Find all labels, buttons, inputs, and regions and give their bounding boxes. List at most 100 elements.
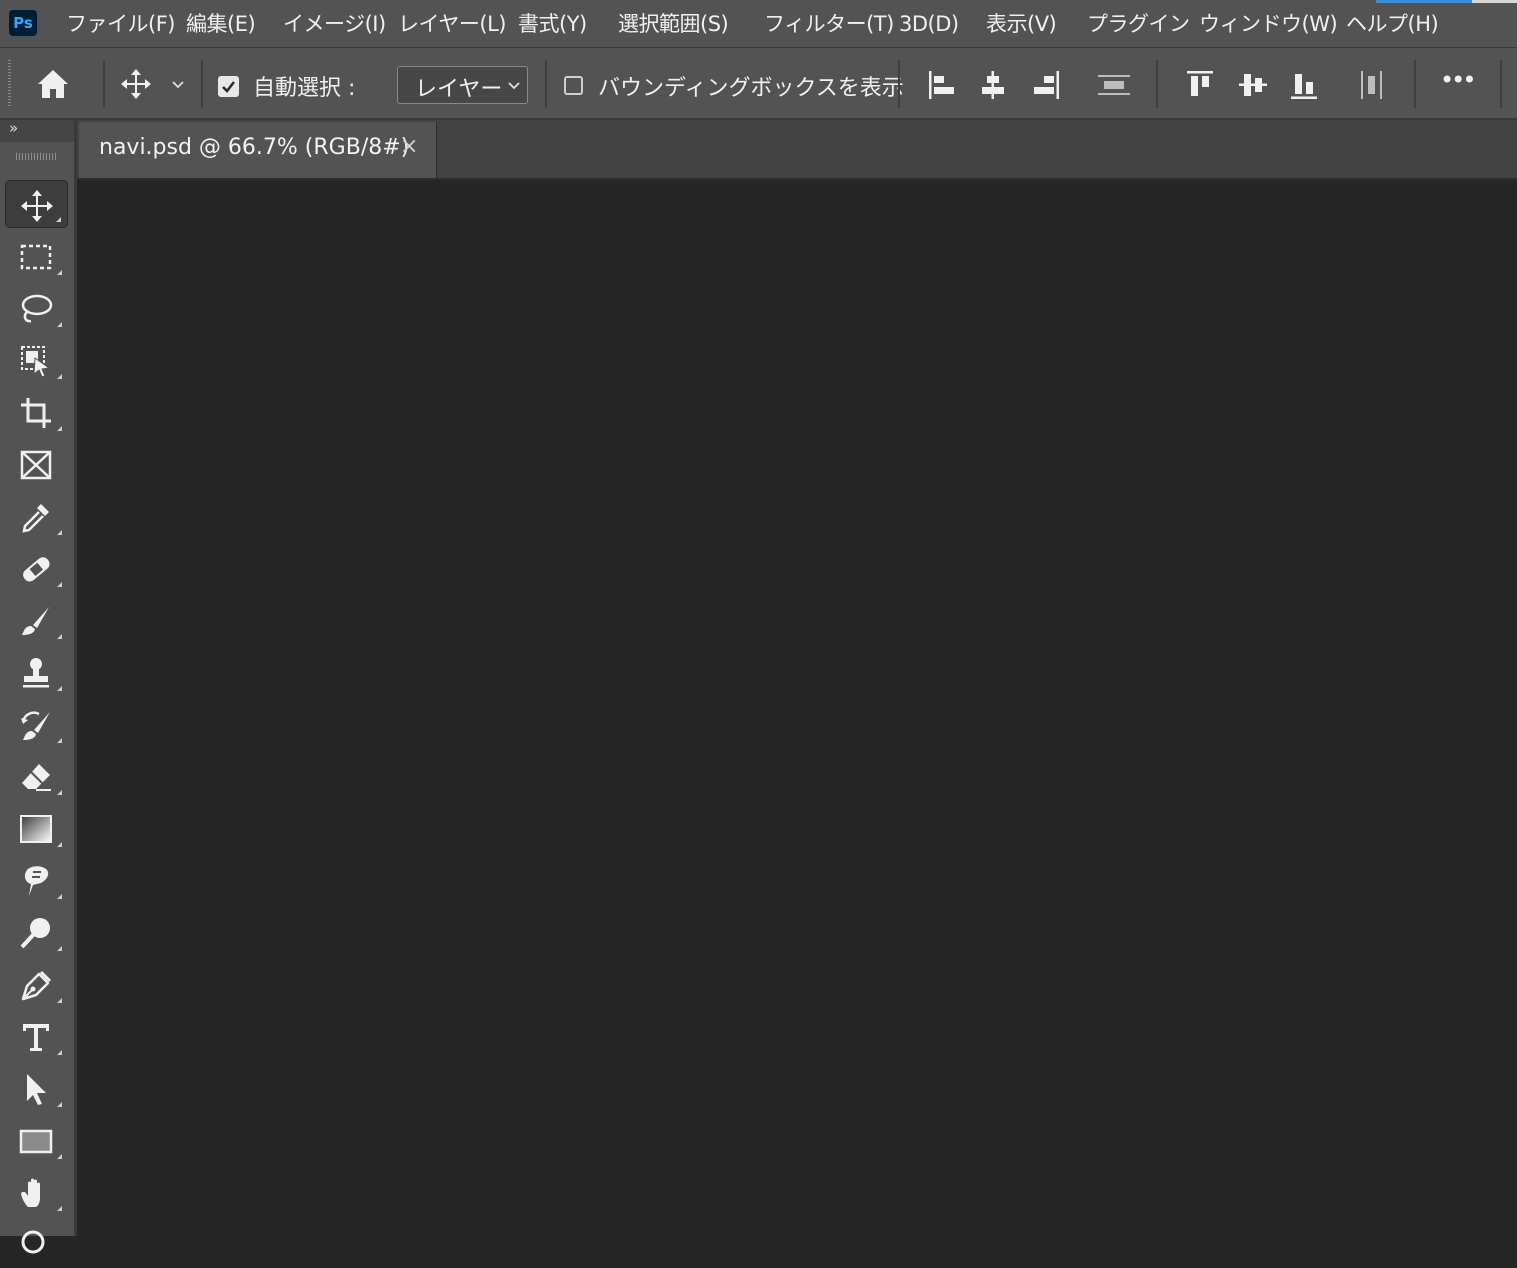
smudge-tool[interactable] [5,856,68,904]
document-tab-bar: navi.psd @ 66.7% (RGB/8#) × [77,120,1517,180]
collapse-arrows-icon[interactable]: » [9,119,18,137]
tool-flyout-indicator [56,217,61,222]
rectangle-icon [19,1129,53,1154]
chevron-down-icon[interactable] [171,80,185,90]
distribute-vertical-icon[interactable] [1097,74,1131,96]
align-horizontal-centers-icon[interactable] [980,70,1006,100]
align-top-edges-icon[interactable] [1186,70,1214,100]
crop-tool[interactable] [5,388,68,436]
show-bounding-box-label: バウンディングボックスを表示 [598,76,904,101]
canvas-area[interactable] [77,180,1517,1236]
divider [1500,60,1502,108]
path-selection-tool[interactable] [5,1064,68,1112]
distribute-horizontal-icon[interactable] [1360,70,1384,100]
clone-stamp-tool[interactable] [5,648,68,696]
frame-icon [20,450,52,480]
close-icon[interactable]: × [400,134,418,159]
move-tool-preset-icon[interactable] [120,68,152,100]
menu-filter[interactable]: フィルター(T) [764,9,894,39]
gradient-tool[interactable] [5,804,68,852]
history-brush-tool[interactable] [5,700,68,748]
menu-view[interactable]: 表示(V) [986,9,1057,39]
menu-help[interactable]: ヘルプ(H) [1346,9,1439,39]
tool-flyout-indicator [57,1050,62,1055]
eraser-icon [22,764,51,791]
divider [201,60,203,108]
tool-flyout-indicator [57,582,62,587]
menu-select[interactable]: 選択範囲(S) [618,9,729,39]
lasso-icon [21,294,53,323]
tool-flyout-indicator [57,322,62,327]
marquee-icon [20,244,52,270]
gradient-icon [20,815,52,843]
menu-3d[interactable]: 3D(D) [899,9,959,39]
auto-select-checkbox[interactable] [218,76,239,97]
eyedropper-tool[interactable] [5,492,68,540]
align-left-edges-icon[interactable] [928,70,956,100]
tool-flyout-indicator [57,946,62,951]
checkmark-icon [222,81,236,93]
divider [545,60,547,108]
move-icon [21,190,53,222]
show-bounding-box-checkbox[interactable] [564,76,583,95]
eyedropper-icon [22,504,49,533]
panel-grip[interactable] [16,153,56,160]
menu-window[interactable]: ウィンドウ(W) [1199,9,1338,39]
hand-icon [21,1178,40,1207]
options-bar: 自動選択 : レイヤー バウンディングボックスを表示 ••• [0,48,1517,120]
align-bottom-edges-icon[interactable] [1290,70,1318,100]
type-icon [23,1024,49,1051]
align-right-edges-icon[interactable] [1032,70,1060,100]
eraser-tool[interactable] [5,752,68,800]
lasso-tool[interactable] [5,284,68,332]
tool-flyout-indicator [57,1102,62,1107]
auto-select-target-value: レイヤー [415,77,503,102]
menu-edit[interactable]: 編集(E) [186,9,256,39]
auto-select-label: 自動選択 : [253,76,356,101]
panel-collapse-bar[interactable]: » [0,119,74,142]
home-icon[interactable] [36,68,70,100]
zoom-icon [21,1230,45,1254]
tool-flyout-indicator [57,842,62,847]
zoom-tool[interactable] [5,1220,68,1268]
tool-flyout-indicator [57,374,62,379]
rectangle-tool[interactable] [5,1116,68,1164]
tool-flyout-indicator [57,634,62,639]
move-tool[interactable] [5,180,68,228]
window-accent-bar-end [1472,0,1517,3]
window-accent-bar [1376,0,1472,3]
brush-tool[interactable] [5,596,68,644]
frame-tool[interactable] [5,440,68,488]
dodge-tool[interactable] [5,908,68,956]
healing-brush-tool[interactable] [5,544,68,592]
auto-select-target-dropdown[interactable]: レイヤー [397,66,528,104]
object-selection-icon [21,346,51,378]
menu-plugins[interactable]: プラグイン [1087,9,1190,39]
tool-flyout-indicator [57,686,62,691]
dodge-icon [20,918,50,949]
hand-tool[interactable] [5,1168,68,1216]
menu-file[interactable]: ファイル(F) [66,9,175,39]
crop-icon [21,398,51,428]
type-tool[interactable] [5,1012,68,1060]
tool-flyout-indicator [57,530,62,535]
rectangular-marquee-tool[interactable] [5,232,68,280]
menu-layer[interactable]: レイヤー(L) [398,9,506,39]
tool-flyout-indicator [57,998,62,1003]
object-selection-tool[interactable] [5,336,68,384]
align-vertical-centers-icon[interactable] [1238,70,1268,100]
tools-panel: » [0,119,77,1254]
photoshop-logo[interactable]: Ps [9,10,37,36]
document-tab[interactable]: navi.psd @ 66.7% (RGB/8#) × [79,122,437,178]
pen-tool[interactable] [5,960,68,1008]
smudge-icon [24,866,49,896]
divider [1414,60,1416,108]
pen-icon [21,970,52,1001]
divider [898,60,900,108]
more-options-button[interactable]: ••• [1440,66,1477,94]
menu-type[interactable]: 書式(Y) [518,9,587,39]
options-bar-grip[interactable] [8,60,11,108]
chevron-down-icon [508,82,520,90]
tool-flyout-indicator [57,894,62,899]
menu-image[interactable]: イメージ(I) [283,9,386,39]
